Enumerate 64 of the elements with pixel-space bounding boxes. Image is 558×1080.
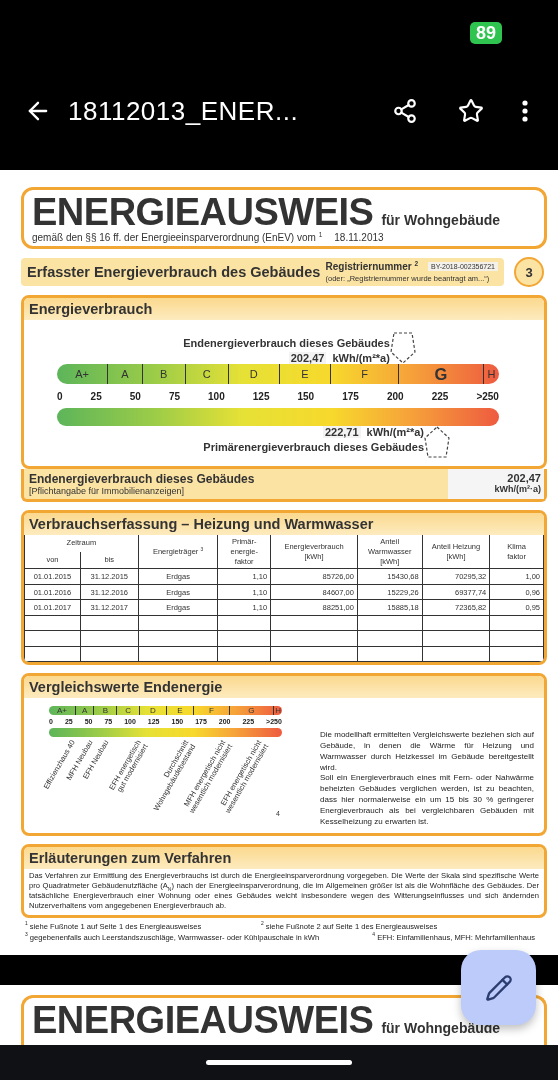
class-label: D [150,706,156,715]
unit-text: kWh/(m²*a) [366,426,424,438]
legal-basis-text: gemäß den §§ 16 ff. der Energieeinsparverordnung (EnEV) vom $^{1}$ [32,232,323,243]
summary-label: Endenergieverbrauch dieses Gebäudes [29,472,255,486]
class-label: F [208,706,214,715]
page-number-badge: 3 [514,257,544,287]
star-button[interactable] [458,98,484,124]
section-heading: Vergleichswerte Endenergie [24,676,544,699]
class-label: C [202,368,211,380]
class-label: E [301,368,309,380]
share-button[interactable] [392,98,418,124]
class-label: D [249,368,258,380]
certificate-subtitle: für Wohngebäude [381,212,501,228]
paragraph: Soll ein Energieverbrauch eines mit Fern- oder Nahwärme beheizten Gebäudes verglichen werden, ist zu beachten, dass hier normalerweise ein um 15 bis 30 % geringerer Energieverbrauch als bei vergleichbaren Gebäuden mit Kesselheizung zu erwarten ist. [320,773,534,828]
tick-label: 50 [129,391,141,402]
certificate-title: ENERGIEAUSWEIS [32,192,374,232]
unit-text: kWh/(m²*a) [332,352,390,364]
tick-label: 0 [57,391,63,402]
class-label: B [160,368,168,380]
tick-label: 25 [90,391,102,402]
class-label: H [487,368,496,380]
more-icon [522,100,528,122]
class-label: F [361,368,368,380]
pencil-icon [484,973,513,1002]
star-icon [458,98,484,124]
tick-label: >250 [476,391,499,402]
section-heading: Verbrauchserfassung – Heizung und Warmwasser [24,513,544,535]
summary-value: 202,47 [507,472,541,484]
tick-label: 75 [168,391,181,402]
marker-label: Endenergieverbrauch dieses Gebäudes [183,337,390,349]
paragraph: Die modellhaft ermittelten Vergleichswerte beziehen sich auf Gebäude, in denen die Wärme für Heizung und Warmwasser durch Heizkessel im Gebäude bereitgestellt wird. [320,730,534,774]
class-label: H [275,706,281,715]
summary-note: [Pflichtangabe für Immobilienanzeigen] [29,486,186,496]
certificate-title: ENERGIEAUSWEIS [32,1000,374,1040]
tick-label: 100 [208,391,225,402]
home-handle[interactable] [206,1060,352,1065]
certificate-subtitle: für Wohngebäude [381,1020,501,1036]
class-label: B [102,706,108,715]
value-text: 222,71 [322,426,361,438]
section-heading: Energieverbrauch [24,298,544,320]
more-button[interactable] [522,100,528,122]
registry-label: Registriernummer $^{2}$ [325,261,419,272]
value-text: 202,47 [288,352,327,364]
unit-text: kWh/(m²·a) [494,484,541,494]
share-icon [392,98,418,124]
class-label: G [434,365,448,383]
class-label: A+ [57,706,68,715]
class-label: A+ [75,368,89,380]
section-heading: Erläuterungen zum Verfahren [24,847,544,870]
class-label: A [82,706,88,715]
tick-label: 175 [342,391,359,402]
tick-label: 200 [386,391,404,402]
tick-label: 125 [252,391,270,402]
class-label: G [248,706,255,715]
class-label: A [121,368,129,380]
battery-indicator: 89 [469,22,502,44]
date-text: 18.11.2013 [334,232,384,243]
class-label: C [125,706,131,715]
tick-label: 150 [297,391,315,402]
marker-label: Primärenergieverbrauch dieses Gebäudes [203,441,424,453]
document-title: 18112013_ENER... [68,95,300,127]
tick-label: 225 [431,391,449,402]
section-heading: Erfasster Energieverbrauch des Gebäudes [27,264,321,280]
class-label: E [177,706,183,715]
